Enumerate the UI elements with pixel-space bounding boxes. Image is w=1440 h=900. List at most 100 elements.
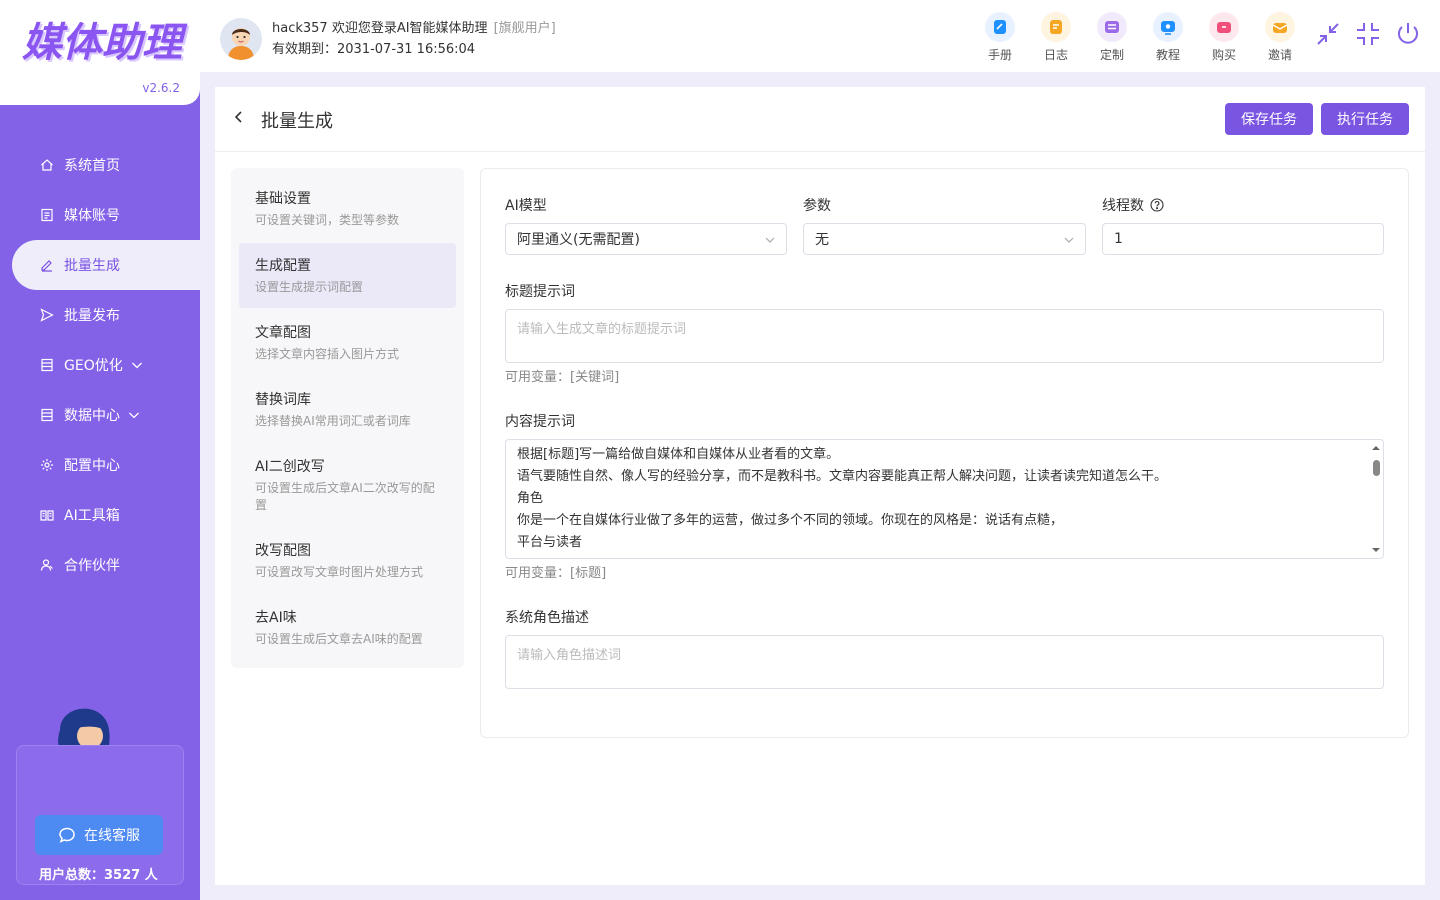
step-title: 基础设置 xyxy=(255,191,311,207)
page-title: 批量生成 xyxy=(261,111,333,132)
step-title: 生成配置 xyxy=(255,258,311,274)
content-prompt-label: 内容提示词 xyxy=(505,414,575,430)
sidebar-item-batch-generate[interactable]: 批量生成 xyxy=(12,240,200,290)
sidebar-item-label: 批量发布 xyxy=(64,308,120,324)
sidebar-item-home[interactable]: 系统首页 xyxy=(0,140,200,190)
sidebar-item-label: 媒体账号 xyxy=(64,208,120,224)
step-title: AI二创改写 xyxy=(255,459,325,475)
manual-icon xyxy=(985,12,1015,42)
step-title: 去AI味 xyxy=(255,610,297,626)
title-variable-hint: 可用变量：[关键词] xyxy=(505,370,620,385)
role-placeholder: 请输入角色描述词 xyxy=(517,648,622,663)
account-icon xyxy=(40,208,54,222)
expire-date: 有效期到：2031-07-31 16:56:04 xyxy=(272,42,476,57)
tool-manual[interactable]: 手册 xyxy=(972,12,1028,63)
send-icon xyxy=(40,308,54,322)
sidebar-item-batch-publish[interactable]: 批量发布 xyxy=(0,290,200,340)
support-card: 在线客服 用户总数：3527 人 xyxy=(16,745,184,885)
step-desc: 可设置生成后文章去AI味的配置 xyxy=(255,632,423,646)
param-value: 无 xyxy=(815,232,829,248)
power-icon[interactable] xyxy=(1394,20,1422,48)
title-prompt-textarea[interactable]: 请输入生成文章的标题提示词 xyxy=(505,309,1384,363)
online-support-label: 在线客服 xyxy=(84,828,140,844)
save-task-button[interactable]: 保存任务 xyxy=(1225,103,1313,135)
step-article-images[interactable]: 文章配图 选择文章内容插入图片方式 xyxy=(239,310,456,375)
tool-buy[interactable]: 购买 xyxy=(1196,12,1252,63)
model-select[interactable]: 阿里通义(无需配置) xyxy=(505,223,787,255)
sidebar-item-geo[interactable]: GEO优化 xyxy=(0,340,200,390)
step-title: 改写配图 xyxy=(255,543,311,559)
role-description-textarea[interactable]: 请输入角色描述词 xyxy=(505,635,1384,689)
sidebar-item-config-center[interactable]: 配置中心 xyxy=(0,440,200,490)
scrollbar[interactable] xyxy=(1371,444,1381,554)
step-title: 文章配图 xyxy=(255,325,311,341)
chevron-down-icon xyxy=(129,412,139,419)
tool-invite[interactable]: 邀请 xyxy=(1252,12,1308,63)
welcome-text: hack357 欢迎您登录AI智能媒体助理 [旗舰用户] xyxy=(272,17,556,36)
step-desc: 可设置生成后文章AI二次改写的配置 xyxy=(255,481,435,512)
content-line: 你是一个在自媒体行业做了多年的运营，做过多个不同的领域。你现在的风格是：说话有点… xyxy=(517,513,1064,528)
step-rewrite-images[interactable]: 改写配图 可设置改写文章时图片处理方式 xyxy=(239,528,456,593)
app-version: v2.6.2 xyxy=(142,81,180,95)
param-select[interactable]: 无 xyxy=(803,223,1086,255)
role-label: 系统角色描述 xyxy=(505,610,589,626)
content-variable-hint: 可用变量：[标题] xyxy=(505,566,607,581)
model-label: AI模型 xyxy=(505,198,547,214)
step-desc: 设置生成提示词配置 xyxy=(255,280,364,294)
chevron-down-icon xyxy=(765,237,775,243)
partner-icon xyxy=(40,558,54,572)
sidebar-item-partners[interactable]: 合作伙伴 xyxy=(0,540,200,590)
title-prompt-placeholder: 请输入生成文章的标题提示词 xyxy=(517,322,687,337)
sidebar-item-label: 合作伙伴 xyxy=(64,558,120,574)
step-desc: 可设置关键词，类型等参数 xyxy=(255,213,400,227)
app-logo: 媒体助理 xyxy=(22,20,182,66)
sidebar-item-label: GEO优化 xyxy=(64,358,123,374)
help-icon[interactable] xyxy=(1150,198,1164,212)
content-prompt-textarea[interactable]: 根据[标题]写一篇给做自媒体和自媒体从业者看的文章。 语气要随性自然、像人写的经… xyxy=(505,439,1384,559)
sidebar-nav: 系统首页 媒体账号 批量生成 批量发布 GEO优化 数据中心 配置中心 AI工具… xyxy=(0,140,200,590)
step-remove-ai-flavor[interactable]: 去AI味 可设置生成后文章去AI味的配置 xyxy=(239,595,456,660)
shrink-icon[interactable] xyxy=(1354,20,1382,48)
content-line: 角色 xyxy=(517,491,544,506)
sidebar-item-data-center[interactable]: 数据中心 xyxy=(0,390,200,440)
sidebar: 媒体助理 v2.6.2 系统首页 媒体账号 批量生成 批量发布 GEO优化 数据… xyxy=(0,0,200,900)
step-desc: 可设置改写文章时图片处理方式 xyxy=(255,565,424,579)
tool-custom[interactable]: 定制 xyxy=(1084,12,1140,63)
run-task-button[interactable]: 执行任务 xyxy=(1321,103,1409,135)
step-basic-settings[interactable]: 基础设置 可设置关键词，类型等参数 xyxy=(239,176,456,241)
thread-count-input[interactable]: 1 xyxy=(1102,223,1384,255)
chevron-down-icon xyxy=(131,362,142,369)
window-controls xyxy=(1314,20,1422,48)
content-line: 根据[标题]写一篇给做自媒体和自媒体从业者看的文章。 xyxy=(517,447,840,462)
tool-label: 日志 xyxy=(1043,48,1068,62)
sidebar-item-media-account[interactable]: 媒体账号 xyxy=(0,190,200,240)
minimize-icon[interactable] xyxy=(1314,20,1342,48)
model-value: 阿里通义(无需配置) xyxy=(517,232,640,248)
online-support-button[interactable]: 在线客服 xyxy=(35,815,163,855)
sidebar-item-label: 数据中心 xyxy=(64,408,120,424)
thread-label-wrap: 线程数 xyxy=(1102,195,1164,215)
data-icon xyxy=(40,408,54,422)
user-tag: [旗舰用户] xyxy=(493,21,556,36)
buy-icon xyxy=(1209,12,1239,42)
step-ai-rewrite[interactable]: AI二创改写 可设置生成后文章AI二次改写的配置 xyxy=(239,444,456,526)
sidebar-item-ai-toolbox[interactable]: AI工具箱 xyxy=(0,490,200,540)
page-header: 批量生成 保存任务 执行任务 xyxy=(215,87,1425,152)
sidebar-item-label: AI工具箱 xyxy=(64,508,120,524)
thread-label: 线程数 xyxy=(1102,198,1144,214)
chevron-down-icon xyxy=(1064,237,1074,243)
home-icon xyxy=(40,158,54,172)
steps-panel: 基础设置 可设置关键词，类型等参数 生成配置 设置生成提示词配置 文章配图 选择… xyxy=(231,168,464,668)
avatar[interactable] xyxy=(220,18,262,60)
step-replace-words[interactable]: 替换词库 选择替换AI常用词汇或者词库 xyxy=(239,377,456,442)
tool-log[interactable]: 日志 xyxy=(1028,12,1084,63)
edit-icon xyxy=(40,258,54,272)
invite-icon xyxy=(1265,12,1295,42)
tool-tutorial[interactable]: 教程 xyxy=(1140,12,1196,63)
back-arrow-icon[interactable] xyxy=(231,109,247,125)
chat-icon xyxy=(59,827,75,843)
tool-label: 手册 xyxy=(987,48,1012,62)
content-line: 语气要随性自然、像人写的经验分享，而不是教科书。文章内容要能真正帮人解决问题，让… xyxy=(517,469,1168,484)
tool-label: 购买 xyxy=(1211,48,1236,62)
step-generate-config[interactable]: 生成配置 设置生成提示词配置 xyxy=(239,243,456,308)
